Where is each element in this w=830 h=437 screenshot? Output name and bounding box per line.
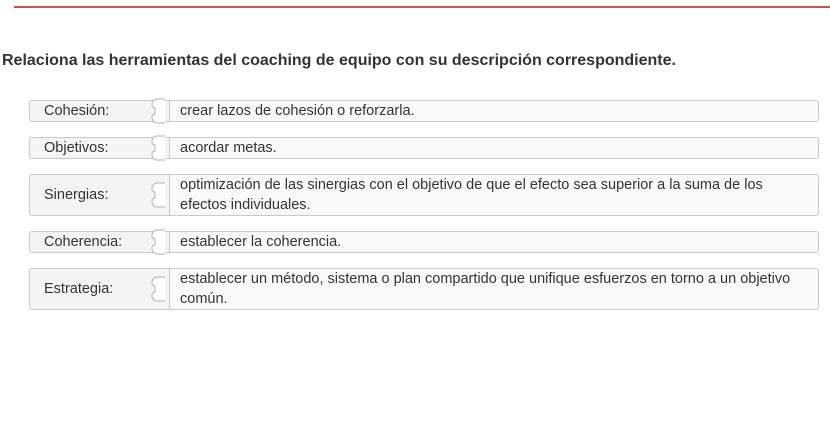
- description-draggable[interactable]: optimización de las sinergias con el obj…: [169, 174, 819, 216]
- description-text: optimización de las sinergias con el obj…: [180, 177, 763, 213]
- term-cell: Estrategia:: [29, 268, 169, 310]
- puzzle-connector-icon: [151, 276, 165, 302]
- top-divider: [14, 6, 830, 8]
- puzzle-connector-icon: [151, 135, 165, 161]
- description-text: acordar metas.: [180, 140, 277, 156]
- match-row: Cohesión: crear lazos de cohesión o refo…: [29, 98, 819, 124]
- description-draggable[interactable]: crear lazos de cohesión o reforzarla.: [169, 100, 819, 122]
- term-cell: Sinergias:: [29, 174, 169, 216]
- term-label: Coherencia:: [44, 234, 123, 250]
- description-text: crear lazos de cohesión o reforzarla.: [180, 103, 415, 119]
- match-row: Coherencia: establecer la coherencia.: [29, 229, 819, 255]
- term-cell: Cohesión:: [29, 98, 169, 124]
- puzzle-connector-icon: [151, 182, 165, 208]
- term-label: Sinergias:: [44, 187, 109, 203]
- term-label: Estrategia:: [44, 281, 114, 297]
- term-label: Cohesión:: [44, 103, 110, 119]
- term-label: Objetivos:: [44, 140, 109, 156]
- description-text: establecer un método, sistema o plan com…: [180, 271, 791, 307]
- matching-list: Cohesión: crear lazos de cohesión o refo…: [29, 98, 819, 325]
- match-row: Objetivos: acordar metas.: [29, 135, 819, 161]
- description-draggable[interactable]: acordar metas.: [169, 137, 819, 159]
- puzzle-connector-icon: [151, 98, 165, 124]
- description-draggable[interactable]: establecer un método, sistema o plan com…: [169, 268, 819, 310]
- question-text: Relaciona las herramientas del coaching …: [2, 52, 676, 69]
- match-row: Sinergias: optimización de las sinergias…: [29, 174, 819, 216]
- term-cell: Objetivos:: [29, 135, 169, 161]
- term-cell: Coherencia:: [29, 229, 169, 255]
- puzzle-connector-icon: [151, 229, 165, 255]
- description-text: establecer la coherencia.: [180, 234, 342, 250]
- description-draggable[interactable]: establecer la coherencia.: [169, 231, 819, 253]
- match-row: Estrategia: establecer un método, sistem…: [29, 268, 819, 310]
